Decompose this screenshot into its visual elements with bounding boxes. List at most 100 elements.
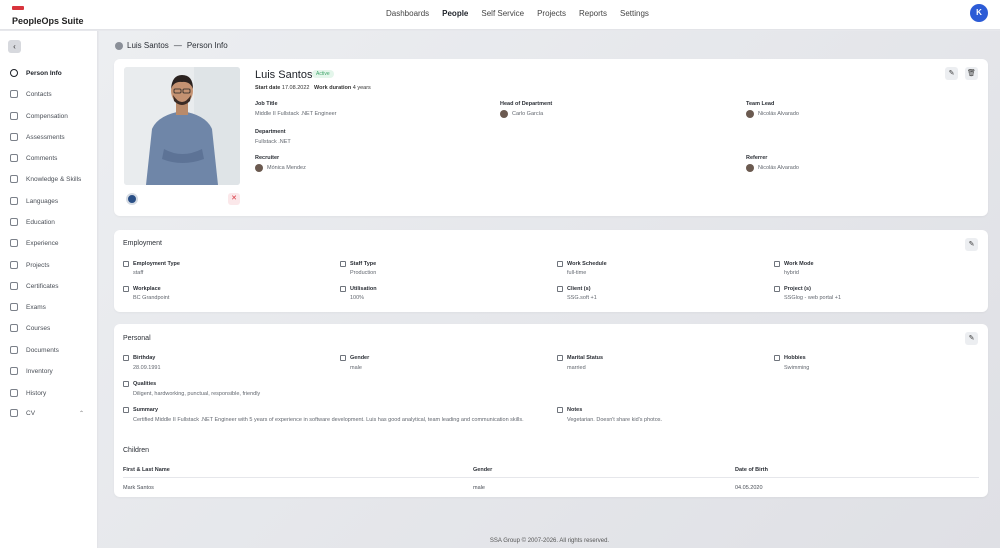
nav-settings[interactable]: Settings: [620, 9, 649, 18]
sidebar-item-history[interactable]: History: [10, 387, 90, 399]
person-name: Luis Santos: [255, 69, 313, 81]
field-label: Qualities: [133, 381, 157, 387]
start-date: 17.08.2022: [281, 85, 310, 91]
project-icon: [774, 286, 780, 292]
user-avatar[interactable]: K: [970, 4, 988, 22]
building-icon: [123, 286, 129, 292]
children-header-name: First & Last Name: [123, 467, 170, 473]
staff-type: Production: [350, 270, 377, 276]
recruiter-label: Recruiter: [255, 155, 280, 161]
edit-profile-button[interactable]: ✎: [945, 67, 958, 80]
contacts-icon: [10, 90, 18, 98]
remove-photo-icon[interactable]: ✕: [228, 193, 240, 205]
employment-meta: Start date 17.08.2022 Work duration 4 ye…: [255, 85, 371, 91]
staff-icon: [340, 261, 346, 267]
sidebar-item-exams[interactable]: Exams: [10, 301, 90, 313]
sidebar-item-label: History: [26, 389, 47, 397]
field-label: Notes: [567, 407, 583, 413]
breadcrumb-person[interactable]: Luis Santos: [127, 41, 169, 50]
employment-title: Employment: [123, 240, 162, 247]
summary-icon: [123, 407, 129, 413]
clock-icon: [340, 286, 346, 292]
avatar: [500, 110, 508, 118]
breadcrumb: Luis Santos — Person Info: [115, 41, 228, 50]
sidebar-item-compensation[interactable]: Compensation: [10, 110, 90, 122]
sidebar-item-comments[interactable]: Comments: [10, 152, 90, 164]
team-lead-label: Team Lead: [746, 101, 775, 107]
briefcase-icon: [123, 261, 129, 267]
sidebar-item-person-info[interactable]: Person Info: [10, 67, 90, 79]
field-label: Work Schedule: [567, 261, 607, 267]
sidebar-item-contacts[interactable]: Contacts: [10, 88, 90, 100]
nav-projects[interactable]: Projects: [537, 9, 566, 18]
delete-profile-button[interactable]: 🗑: [965, 67, 978, 80]
personal-title: Personal: [123, 335, 151, 342]
cv-icon: [10, 409, 18, 417]
edit-employment-button[interactable]: ✎: [965, 238, 978, 251]
field-label: Marital Status: [567, 355, 604, 361]
nav-people[interactable]: People: [442, 9, 468, 18]
sidebar-item-label: CV: [26, 409, 36, 417]
recruiter[interactable]: Mónica Mendez: [255, 164, 306, 172]
sidebar-item-label: Courses: [26, 324, 51, 332]
work-duration: 4 years: [352, 85, 371, 91]
sidebar: ‹ Person Info Contacts Compensation Asse…: [0, 31, 98, 548]
client-icon: [557, 286, 563, 292]
sidebar-item-label: Knowledge & Skills: [26, 175, 82, 183]
notes-icon: [557, 407, 563, 413]
nav-reports[interactable]: Reports: [579, 9, 607, 18]
staff-type-label: Staff Type: [340, 261, 376, 267]
main-nav: Dashboards People Self Service Projects …: [386, 9, 662, 18]
head-of-department-label: Head of Department: [500, 101, 553, 107]
sidebar-item-cv[interactable]: CV ⌃: [10, 407, 90, 419]
notes-label: Notes: [557, 407, 582, 413]
work-duration-label: Work duration: [314, 85, 352, 91]
sidebar-item-languages[interactable]: Languages: [10, 195, 90, 207]
summary: Certified Middle II Fullstack .NET Engin…: [133, 417, 524, 423]
start-date-label: Start date: [255, 85, 281, 91]
sidebar-item-education[interactable]: Education: [10, 216, 90, 228]
main-content: Luis Santos — Person Info ✕ Luis Santos …: [99, 31, 1000, 548]
sidebar-item-courses[interactable]: Courses: [10, 322, 90, 334]
clients[interactable]: SSG.soft +1: [567, 295, 597, 301]
comment-icon: [10, 154, 18, 162]
nav-dashboards[interactable]: Dashboards: [386, 9, 429, 18]
avatar: [746, 110, 754, 118]
field-label: Employment Type: [133, 261, 180, 267]
breadcrumb-page: Person Info: [186, 41, 228, 50]
edit-personal-button[interactable]: ✎: [965, 332, 978, 345]
marital-status: married: [567, 365, 586, 371]
sidebar-item-projects[interactable]: Projects: [10, 259, 90, 271]
utilisation: 100%: [350, 295, 365, 301]
nav-self-service[interactable]: Self Service: [481, 9, 524, 18]
field-label: Client (s): [567, 286, 591, 292]
chevron-up-icon[interactable]: ⌃: [79, 410, 84, 417]
app-logo[interactable]: PeopleOps Suite: [12, 6, 84, 29]
gear-icon: [10, 175, 18, 183]
ring-icon: [557, 355, 563, 361]
sidebar-item-experience[interactable]: Experience: [10, 237, 90, 249]
projects-label: Project (s): [774, 286, 811, 292]
hobbies: Swimming: [784, 365, 810, 371]
briefcase-icon: [10, 239, 18, 247]
head-of-department[interactable]: Carlo García: [500, 110, 543, 118]
company-logo-icon: [126, 193, 138, 205]
logo-badge: [12, 6, 24, 10]
referrer[interactable]: Nicolás Alvarado: [746, 164, 799, 172]
sidebar-item-inventory[interactable]: Inventory: [10, 365, 90, 377]
recruiter-name: Mónica Mendez: [267, 165, 306, 171]
sidebar-item-knowledge-skills[interactable]: Knowledge & Skills: [10, 173, 90, 185]
qualities-label: Qualities: [123, 381, 156, 387]
folder-icon: [10, 261, 18, 269]
sidebar-item-assessments[interactable]: Assessments: [10, 131, 90, 143]
sidebar-item-documents[interactable]: Documents: [10, 344, 90, 356]
sidebar-item-certificates[interactable]: Certificates: [10, 280, 90, 292]
team-lead[interactable]: Nicolás Alvarado: [746, 110, 799, 118]
work-schedule: full-time: [567, 270, 587, 276]
certificate-icon: [10, 282, 18, 290]
pencil-icon: ✎: [948, 70, 955, 77]
projects[interactable]: SSGlog - web portal +1: [784, 295, 841, 301]
collapse-sidebar-button[interactable]: ‹: [8, 40, 21, 53]
pencil-icon: ✎: [968, 241, 975, 248]
assessment-icon: [10, 133, 18, 141]
